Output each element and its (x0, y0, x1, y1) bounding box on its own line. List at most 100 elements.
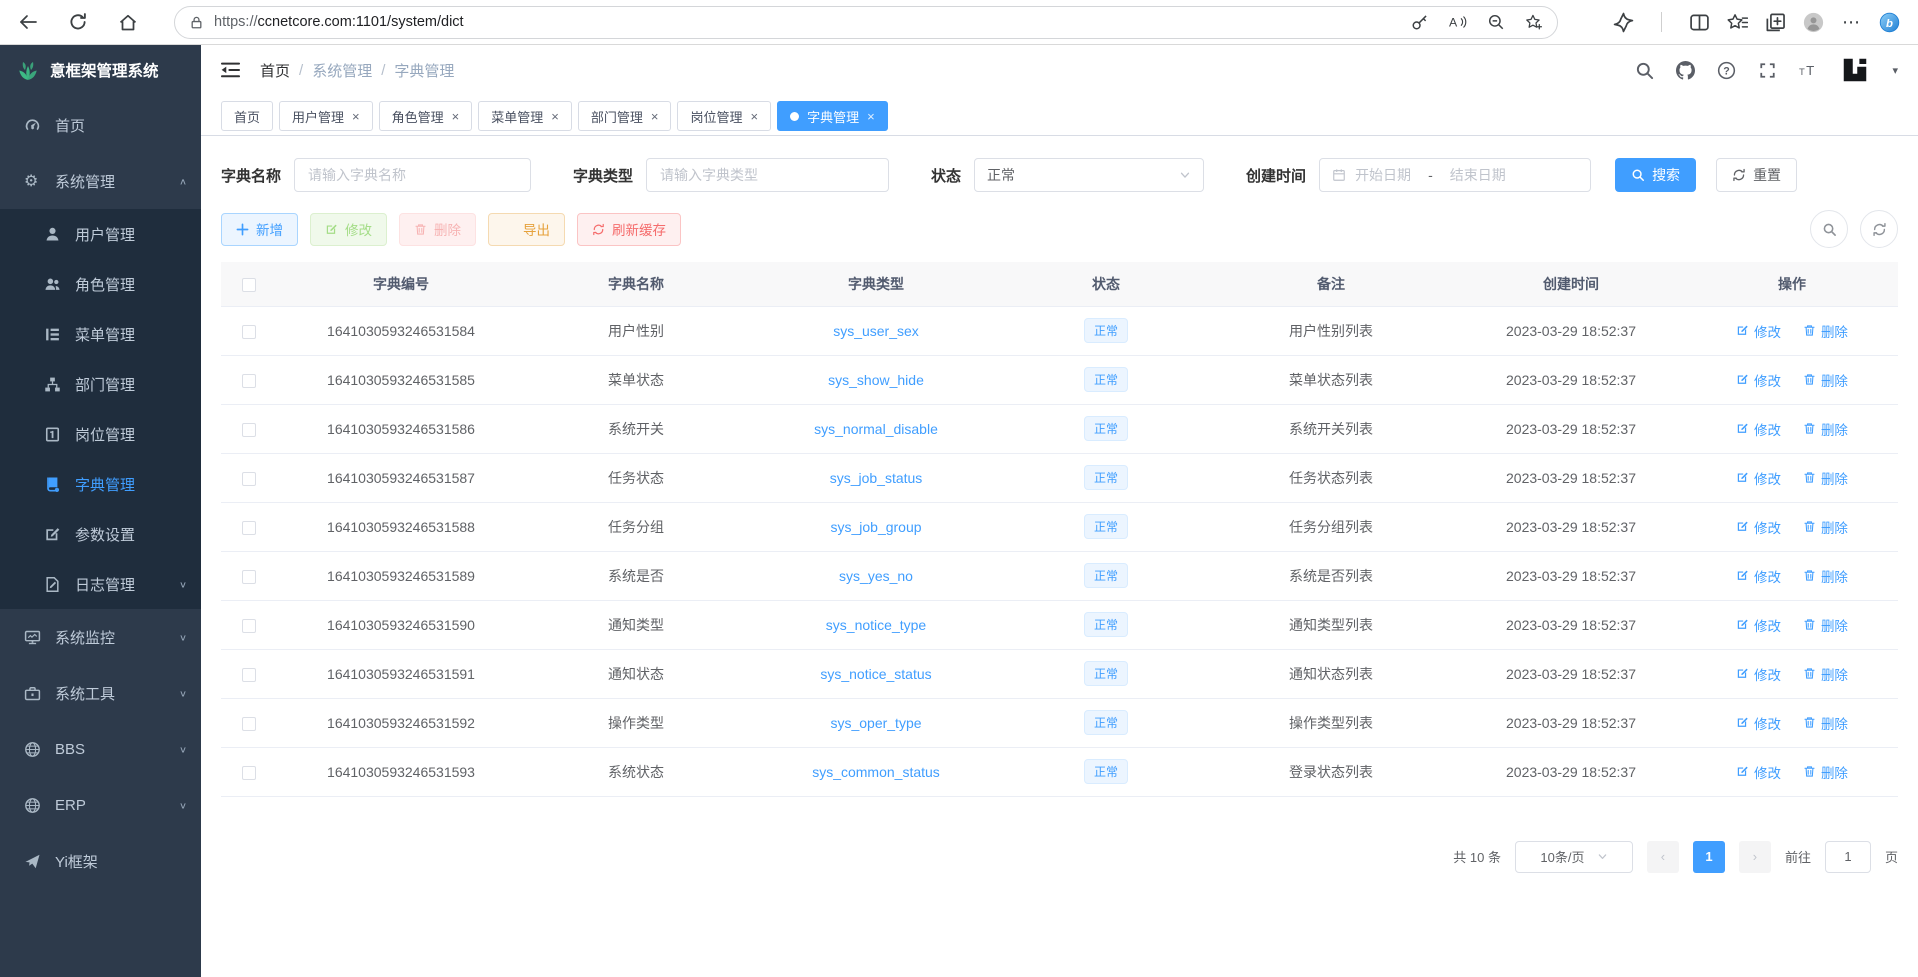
back-icon[interactable] (18, 12, 38, 32)
caret-down-icon[interactable]: ▾ (1892, 64, 1898, 77)
github-icon[interactable] (1676, 61, 1695, 80)
dict-type-link[interactable]: sys_normal_disable (814, 421, 938, 437)
sidebar-item-yiframe[interactable]: Yi框架 (0, 833, 201, 889)
tab-home[interactable]: 首页 × (221, 101, 273, 131)
dict-type-link[interactable]: sys_job_group (830, 519, 921, 535)
tab-dict[interactable]: 字典管理 × (777, 101, 888, 131)
dict-name-input[interactable] (294, 158, 531, 192)
row-delete-link[interactable]: 删除 (1803, 762, 1848, 782)
breadcrumb-home[interactable]: 首页 (260, 60, 290, 81)
page-size-select[interactable]: 10条/页 (1515, 841, 1633, 873)
row-checkbox[interactable] (242, 521, 256, 535)
row-edit-link[interactable]: 修改 (1736, 713, 1781, 733)
sidebar-item-user[interactable]: 用户管理 (0, 209, 201, 259)
sidebar-item-dict[interactable]: 字典管理 (0, 459, 201, 509)
dict-type-link[interactable]: sys_notice_type (826, 617, 926, 633)
breadcrumb-system[interactable]: 系统管理 (312, 60, 372, 81)
more-icon[interactable]: ⋯ (1841, 12, 1862, 33)
profile-icon[interactable] (1803, 12, 1824, 33)
zoom-out-icon[interactable] (1487, 13, 1505, 31)
fullscreen-icon[interactable] (1758, 61, 1777, 80)
tab-dept[interactable]: 部门管理 × (578, 101, 672, 131)
row-delete-link[interactable]: 删除 (1803, 419, 1848, 439)
close-icon[interactable]: × (551, 109, 559, 124)
sidebar-item-post[interactable]: 岗位管理 (0, 409, 201, 459)
sidebar-item-bbs[interactable]: BBS ∨ (0, 721, 201, 777)
close-icon[interactable]: × (750, 109, 758, 124)
sidebar-item-erp[interactable]: ERP ∨ (0, 777, 201, 833)
dict-type-link[interactable]: sys_job_status (830, 470, 923, 486)
row-delete-link[interactable]: 删除 (1803, 468, 1848, 488)
tab-role[interactable]: 角色管理 × (379, 101, 473, 131)
add-button[interactable]: 新增 (221, 213, 298, 246)
close-icon[interactable]: × (867, 109, 875, 124)
row-delete-link[interactable]: 删除 (1803, 664, 1848, 684)
dict-type-link[interactable]: sys_show_hide (828, 372, 924, 388)
sidebar-item-monitor[interactable]: 系统监控 ∨ (0, 609, 201, 665)
sidebar-item-tools[interactable]: 系统工具 ∨ (0, 665, 201, 721)
row-delete-link[interactable]: 删除 (1803, 321, 1848, 341)
close-icon[interactable]: × (352, 109, 360, 124)
page-1-button[interactable]: 1 (1693, 841, 1725, 873)
prev-page-button[interactable]: ‹ (1647, 841, 1679, 873)
row-edit-link[interactable]: 修改 (1736, 615, 1781, 635)
row-checkbox[interactable] (242, 423, 256, 437)
export-button[interactable]: 导出 (488, 213, 565, 246)
row-delete-link[interactable]: 删除 (1803, 517, 1848, 537)
row-edit-link[interactable]: 修改 (1736, 762, 1781, 782)
row-checkbox[interactable] (242, 472, 256, 486)
sidebar-item-home[interactable]: 首页 (0, 97, 201, 153)
dict-type-link[interactable]: sys_yes_no (839, 568, 913, 584)
url-text[interactable]: https://ccnetcore.com:1101/system/dict (214, 14, 1401, 30)
row-edit-link[interactable]: 修改 (1736, 566, 1781, 586)
sidebar-item-role[interactable]: 角色管理 (0, 259, 201, 309)
row-checkbox[interactable] (242, 668, 256, 682)
refresh-icon[interactable] (68, 12, 88, 32)
sidebar-item-param[interactable]: 参数设置 (0, 509, 201, 559)
home-icon[interactable] (118, 12, 138, 32)
row-delete-link[interactable]: 删除 (1803, 566, 1848, 586)
select-all-checkbox[interactable] (242, 278, 256, 292)
row-edit-link[interactable]: 修改 (1736, 468, 1781, 488)
sidebar-collapse-icon[interactable] (221, 62, 240, 78)
refresh-table-button[interactable] (1860, 210, 1898, 248)
dict-type-link[interactable]: sys_common_status (812, 764, 940, 780)
row-checkbox[interactable] (242, 766, 256, 780)
favorite-add-icon[interactable] (1525, 13, 1543, 31)
bing-icon[interactable]: b (1879, 12, 1900, 33)
tab-post[interactable]: 岗位管理 × (677, 101, 771, 131)
tab-menu[interactable]: 菜单管理 × (478, 101, 572, 131)
row-delete-link[interactable]: 删除 (1803, 370, 1848, 390)
dict-type-link[interactable]: sys_user_sex (833, 323, 919, 339)
split-screen-icon[interactable] (1689, 12, 1710, 33)
row-edit-link[interactable]: 修改 (1736, 370, 1781, 390)
tab-user[interactable]: 用户管理 × (279, 101, 373, 131)
row-checkbox[interactable] (242, 717, 256, 731)
row-edit-link[interactable]: 修改 (1736, 321, 1781, 341)
row-edit-link[interactable]: 修改 (1736, 517, 1781, 537)
refresh-cache-button[interactable]: 刷新缓存 (577, 213, 681, 246)
address-bar[interactable]: https://ccnetcore.com:1101/system/dict A (174, 6, 1558, 39)
sidebar-item-menu[interactable]: 菜单管理 (0, 309, 201, 359)
next-page-button[interactable]: › (1739, 841, 1771, 873)
search-icon[interactable] (1635, 61, 1654, 80)
favorites-icon[interactable] (1727, 12, 1748, 33)
dict-type-input[interactable] (646, 158, 889, 192)
read-aloud-icon[interactable]: A (1449, 13, 1467, 31)
row-checkbox[interactable] (242, 619, 256, 633)
sidebar-item-log[interactable]: 日志管理 ∨ (0, 559, 201, 609)
search-button[interactable]: 搜索 (1615, 158, 1696, 192)
goto-page-input[interactable]: 1 (1825, 841, 1871, 873)
sidebar-item-system[interactable]: ⚙ 系统管理 ∧ (0, 153, 201, 209)
status-select[interactable]: 正常 (974, 158, 1204, 192)
help-icon[interactable]: ? (1717, 61, 1736, 80)
font-size-icon[interactable]: TT (1799, 61, 1818, 80)
extensions-icon[interactable] (1613, 12, 1634, 33)
row-edit-link[interactable]: 修改 (1736, 419, 1781, 439)
reset-button[interactable]: 重置 (1716, 158, 1797, 192)
row-delete-link[interactable]: 删除 (1803, 615, 1848, 635)
sidebar-item-dept[interactable]: 部门管理 (0, 359, 201, 409)
dict-type-link[interactable]: sys_oper_type (830, 715, 921, 731)
show-search-button[interactable] (1810, 210, 1848, 248)
user-avatar[interactable] (1840, 55, 1870, 85)
